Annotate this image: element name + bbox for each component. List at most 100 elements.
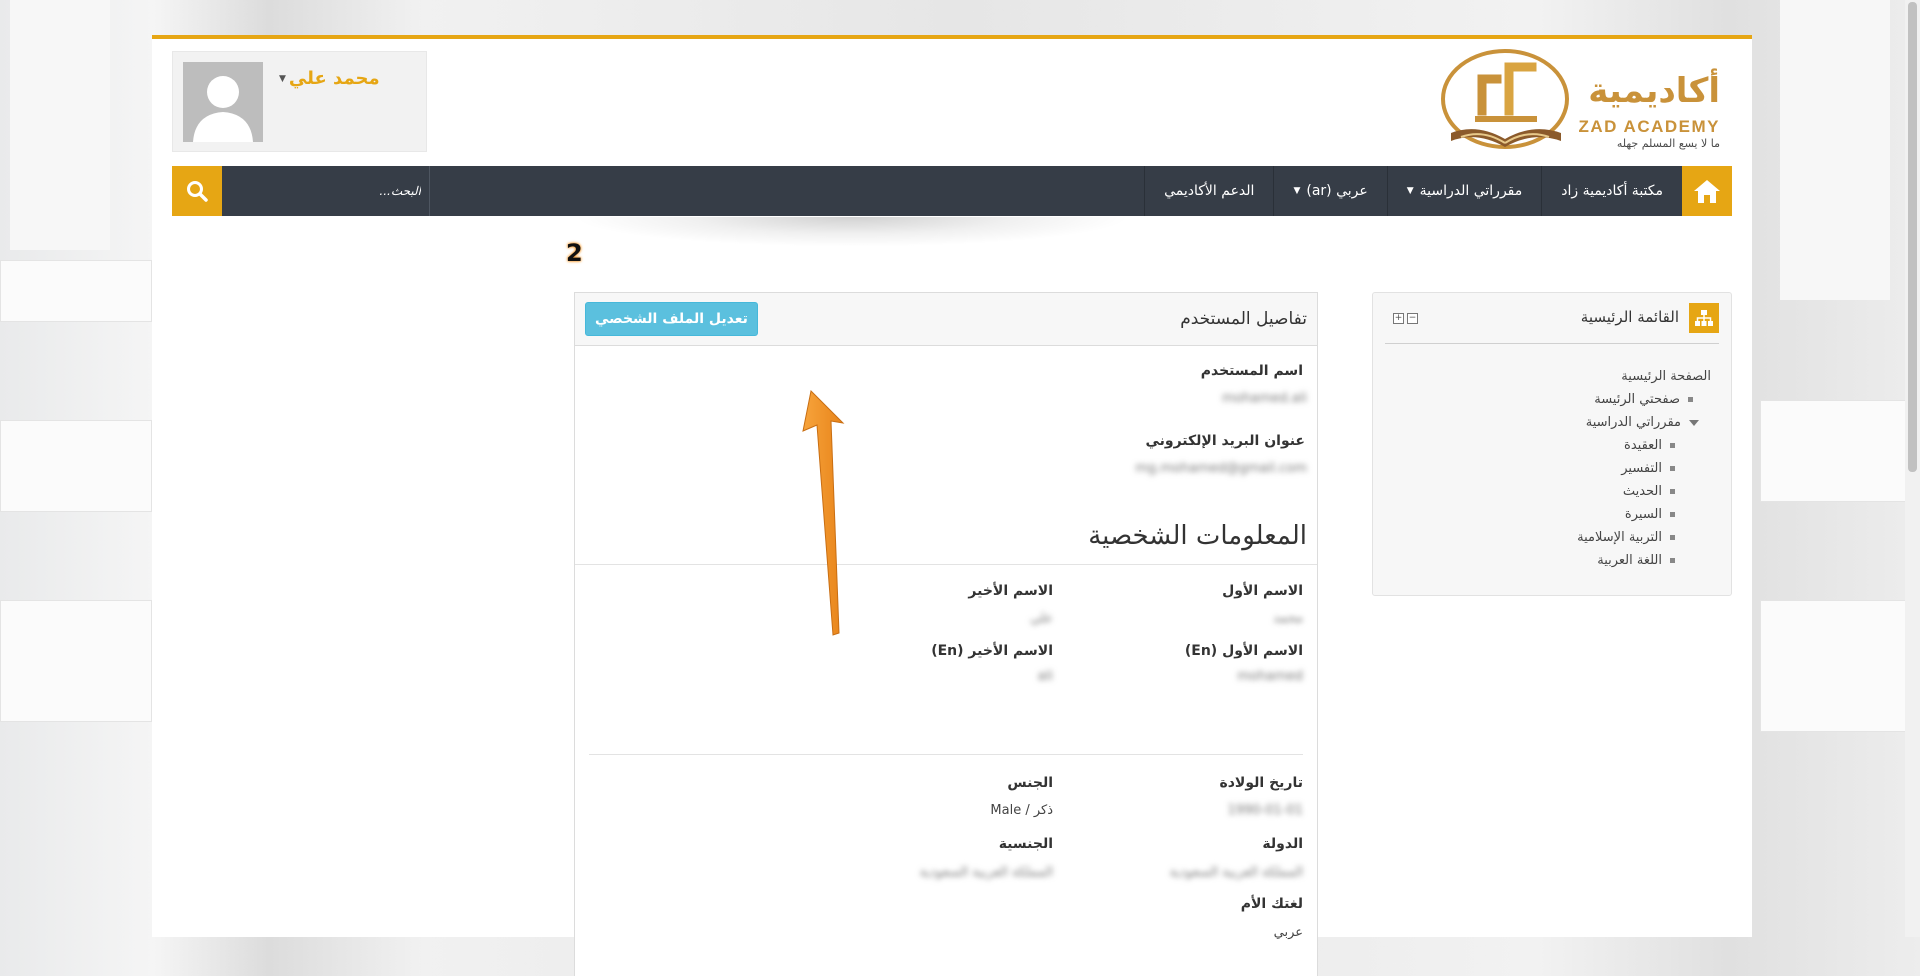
annotation-arrow-icon: [802, 389, 845, 636]
tree-item-label: التربية الإسلامية: [1577, 530, 1662, 545]
card-title: تفاصيل المستخدم: [1180, 309, 1307, 329]
tree-item-label: الحديث: [1622, 484, 1662, 499]
username-value: mohamed.ali: [1221, 391, 1307, 406]
tree-item-my-courses[interactable]: مقرراتي الدراسية: [1577, 411, 1699, 434]
first-name-en-value: mohamed: [1237, 669, 1303, 684]
tree-item-label: السيرة: [1624, 507, 1662, 522]
divider: [589, 754, 1303, 755]
user-name-dropdown[interactable]: محمد علي ▼: [279, 68, 380, 89]
nav-item-label: عربي (ar): [1306, 183, 1368, 199]
site-logo[interactable]: أكاديمية ZAD ACADEMY ما لا يسع المسلم جه…: [1432, 49, 1722, 159]
nav-item-zad-library[interactable]: مكتبة أكاديمية زاد: [1541, 166, 1682, 216]
tree-item-dashboard[interactable]: صفحتي الرئيسة: [1577, 388, 1693, 411]
country-value: المملكة العربية السعودية: [1169, 865, 1303, 880]
email-value: mg.mohamed@gmail.com: [1135, 461, 1307, 476]
bullet-icon: [1670, 489, 1675, 494]
nav-item-academic-support[interactable]: الدعم الأكاديمي: [1144, 166, 1273, 216]
search-icon: [187, 181, 208, 202]
tree-item-course[interactable]: اللغة العربية: [1577, 549, 1675, 572]
expanded-triangle-icon: [1689, 419, 1699, 426]
main-navbar: مكتبة أكاديمية زاد مقرراتي الدراسية ▼ عر…: [172, 166, 1732, 216]
bullet-icon: [1670, 466, 1675, 471]
tree-item-label: العقيدة: [1624, 438, 1662, 453]
email-label: عنوان البريد الإلكتروني: [1145, 433, 1305, 449]
sitemap-icon: [1689, 303, 1719, 333]
block-title: القائمة الرئيسية: [1580, 308, 1679, 326]
last-name-en-label: الاسم الأخير (En): [931, 643, 1053, 659]
tree-item-course[interactable]: السيرة: [1577, 503, 1675, 526]
home-button[interactable]: [1682, 166, 1732, 216]
bullet-icon: [1670, 558, 1675, 563]
page-scrollbar[interactable]: [1905, 0, 1920, 937]
gender-label: الجنس: [1007, 775, 1053, 791]
background-desk: [0, 420, 152, 512]
nav-item-label: مقرراتي الدراسية: [1419, 183, 1523, 199]
nav-menu: مكتبة أكاديمية زاد مقرراتي الدراسية ▼ عر…: [1144, 166, 1682, 216]
last-name-en-value: ali: [1037, 669, 1053, 684]
zad-logo-icon: [1441, 49, 1569, 149]
nationality-value: المملكة العربية السعودية: [919, 865, 1053, 880]
caret-down-icon: ▼: [1406, 186, 1414, 196]
block-controls: − +: [1393, 313, 1418, 324]
birthdate-label: تاريخ الولادة: [1219, 775, 1303, 791]
background-desk: [0, 260, 152, 322]
user-details-card: تفاصيل المستخدم تعديل الملف الشخصي اسم ا…: [574, 292, 1318, 976]
tree-item-label: مقرراتي الدراسية: [1585, 415, 1681, 430]
caret-down-icon: ▼: [279, 73, 286, 84]
tree-item-label: صفحتي الرئيسة: [1594, 392, 1680, 407]
tree-item-course[interactable]: الحديث: [1577, 480, 1675, 503]
bullet-icon: [1670, 512, 1675, 517]
logo-title: أكاديمية: [1588, 71, 1720, 111]
nav-item-my-courses[interactable]: مقرراتي الدراسية ▼: [1386, 166, 1542, 216]
last-name-label: الاسم الأخير: [968, 583, 1053, 599]
bullet-icon: [1670, 535, 1675, 540]
collapse-all-icon[interactable]: −: [1407, 313, 1418, 324]
nav-item-label: مكتبة أكاديمية زاد: [1561, 183, 1663, 199]
tree-item-course[interactable]: التفسير: [1577, 457, 1675, 480]
navbar-shadow: [572, 217, 1132, 247]
birthdate-value: 1990-01-01: [1227, 803, 1303, 818]
scrollbar-thumb[interactable]: [1908, 2, 1917, 472]
bullet-icon: [1670, 443, 1675, 448]
tree-item-label: الصفحة الرئيسية: [1621, 369, 1711, 384]
bullet-icon: [1688, 397, 1693, 402]
navigation-tree: الصفحة الرئيسية صفحتي الرئيسة مقرراتي ال…: [1577, 365, 1711, 572]
background-desk: [1760, 600, 1912, 732]
username-label: اسم المستخدم: [1200, 363, 1303, 379]
tree-item-label: التفسير: [1621, 461, 1662, 476]
background-desk: [1760, 400, 1912, 502]
user-name: محمد علي: [288, 68, 380, 89]
edit-profile-button[interactable]: تعديل الملف الشخصي: [585, 302, 758, 336]
avatar[interactable]: [183, 62, 263, 142]
first-name-value: محمد: [1273, 611, 1303, 626]
mother-tongue-value: عربي: [1273, 925, 1303, 940]
background-window: [10, 0, 110, 250]
country-label: الدولة: [1262, 836, 1303, 852]
card-header: تفاصيل المستخدم تعديل الملف الشخصي: [575, 293, 1317, 346]
first-name-label: الاسم الأول: [1222, 583, 1303, 599]
nav-item-language[interactable]: عربي (ar) ▼: [1273, 166, 1386, 216]
nationality-label: الجنسية: [998, 836, 1053, 852]
last-name-value: علي: [1030, 611, 1053, 626]
mother-tongue-label: لغتك الأم: [1240, 896, 1303, 912]
expand-all-icon[interactable]: +: [1393, 313, 1404, 324]
logo-tagline: ما لا يسع المسلم جهله: [1616, 137, 1720, 150]
tree-item-course[interactable]: التربية الإسلامية: [1577, 526, 1675, 549]
user-menu[interactable]: محمد علي ▼: [172, 51, 427, 152]
personal-info-heading: المعلومات الشخصية: [1088, 521, 1307, 551]
home-icon: [1694, 180, 1720, 203]
background-desk: [0, 600, 152, 722]
main-menu-block: القائمة الرئيسية − + الصفحة الرئيسية صفح…: [1372, 292, 1732, 596]
caret-down-icon: ▼: [1293, 186, 1301, 196]
nav-item-label: الدعم الأكاديمي: [1164, 183, 1255, 199]
tree-item-home[interactable]: الصفحة الرئيسية: [1577, 365, 1711, 388]
gender-value: ذكر / Male: [990, 803, 1053, 818]
tree-item-course[interactable]: العقيدة: [1577, 434, 1675, 457]
search-button[interactable]: [172, 166, 222, 216]
search-input[interactable]: [222, 166, 430, 216]
page-container: أكاديمية ZAD ACADEMY ما لا يسع المسلم جه…: [152, 35, 1752, 976]
tree-item-label: اللغة العربية: [1597, 553, 1662, 568]
step-number-annotation: 2: [566, 239, 583, 267]
divider: [575, 564, 1317, 565]
background-window: [1780, 0, 1890, 300]
